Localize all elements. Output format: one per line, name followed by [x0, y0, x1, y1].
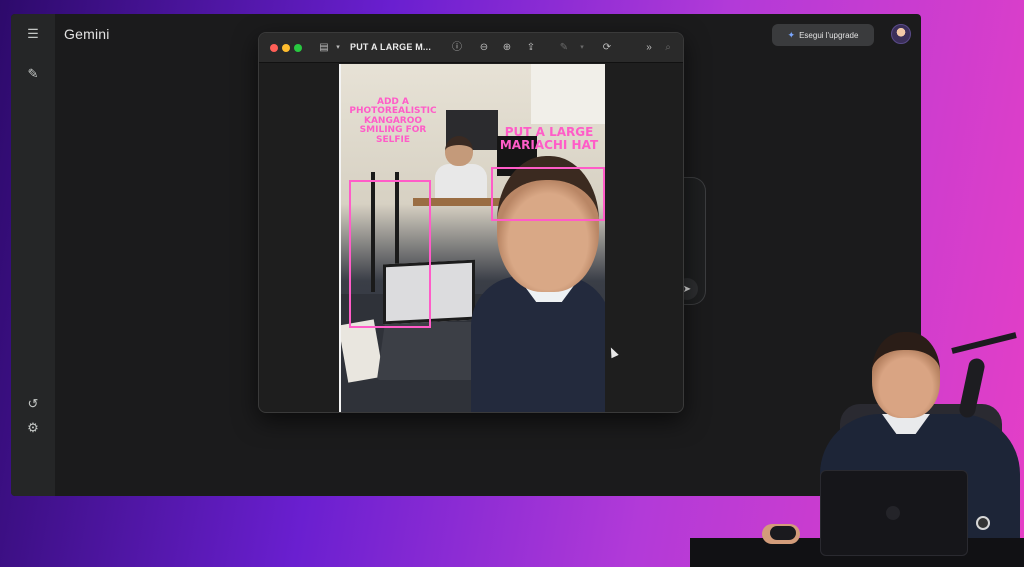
edit-icon[interactable]: ✎	[25, 66, 41, 82]
upgrade-button-label: Esegui l'upgrade	[799, 30, 859, 40]
zoom-in-icon[interactable]: ⊕	[500, 41, 514, 55]
chevron-down-icon[interactable]: ▾	[331, 41, 345, 55]
menu-icon[interactable]: ☰	[25, 26, 41, 42]
presenter-head	[872, 332, 940, 418]
minimize-window-button[interactable]	[282, 44, 290, 52]
annotation-left-box	[349, 180, 431, 328]
more-icon[interactable]: »	[642, 41, 656, 55]
sidebar-toggle-icon[interactable]: ▤	[317, 41, 331, 55]
rotate-icon[interactable]: ⟳	[600, 41, 614, 55]
annotation-left-text: ADD A PHOTOREALISTIC KANGAROO SMILING FO…	[349, 97, 437, 145]
zoom-out-icon[interactable]: ⊖	[477, 41, 491, 55]
close-window-button[interactable]	[270, 44, 278, 52]
app-title: Gemini	[64, 26, 110, 42]
presenter-mouse	[770, 526, 796, 540]
annotation-right-box	[491, 167, 605, 221]
preview-window: ▤ ▾ PUT A LARGE M... ⓘ ⊖ ⊕ ⇪ ✎ ▾ ⟳ » ⌕ A…	[258, 32, 684, 413]
selfie-photo: ADD A PHOTOREALISTIC KANGAROO SMILING FO…	[339, 64, 605, 412]
sparkle-icon: ✦	[787, 29, 796, 40]
info-icon[interactable]: ⓘ	[450, 41, 464, 55]
document-title: PUT A LARGE M...	[350, 42, 432, 52]
zoom-window-button[interactable]	[294, 44, 302, 52]
markup-pen-icon[interactable]: ✎	[557, 41, 571, 55]
share-icon[interactable]: ⇪	[524, 41, 538, 55]
laptop-logo-icon	[886, 506, 900, 520]
annotation-right-text: PUT A LARGE MARIACHI HAT	[499, 125, 599, 152]
presenter-watch	[976, 516, 990, 530]
presenter-webcam-overlay	[690, 320, 1024, 567]
settings-icon[interactable]: ⚙	[25, 420, 41, 436]
mic-arm	[951, 332, 1017, 354]
preview-toolbar: ▤ ▾ PUT A LARGE M... ⓘ ⊖ ⊕ ⇪ ✎ ▾ ⟳ » ⌕	[259, 33, 683, 63]
upgrade-button[interactable]: ✦ Esegui l'upgrade	[772, 24, 874, 46]
search-icon[interactable]: ⌕	[661, 41, 675, 55]
photo-background-person-head	[445, 136, 473, 166]
history-icon[interactable]: ↺	[25, 396, 41, 412]
gemini-sidebar: ☰ ✎ ↺ ⚙	[11, 14, 55, 496]
photo-window	[531, 64, 605, 124]
avatar[interactable]	[891, 24, 911, 44]
markup-chevron-icon[interactable]: ▾	[575, 41, 589, 55]
